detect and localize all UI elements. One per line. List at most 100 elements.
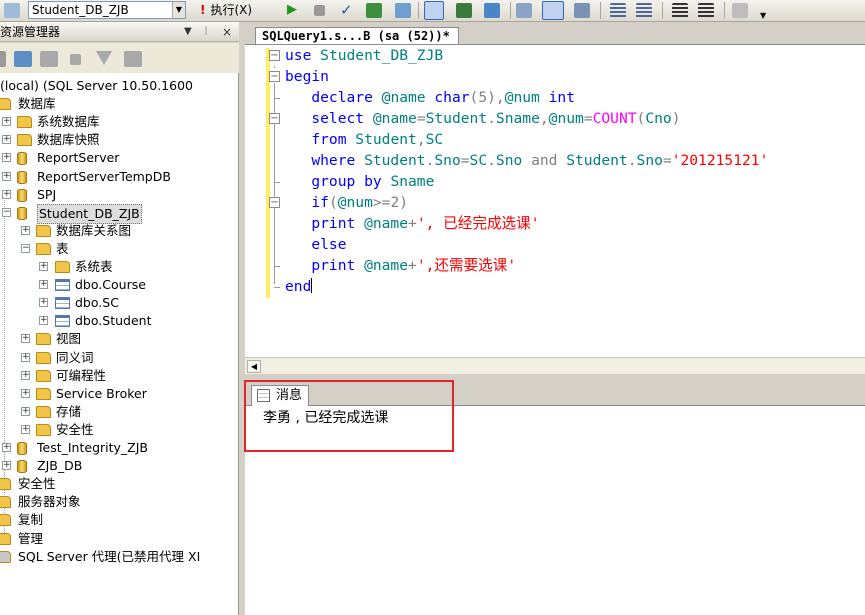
collapse-region-icon[interactable]: − xyxy=(269,50,280,61)
expand-icon[interactable]: + xyxy=(21,370,30,380)
tree-node[interactable]: + 安全性 xyxy=(0,421,238,439)
results-splitter[interactable] xyxy=(245,374,865,384)
expand-icon[interactable]: + xyxy=(39,280,48,290)
expand-icon[interactable]: + xyxy=(21,388,30,398)
tree-node[interactable]: 数据库 xyxy=(0,95,238,113)
expand-icon[interactable]: + xyxy=(21,406,30,416)
increase-indent-icon[interactable] xyxy=(698,3,714,18)
scroll-left-icon[interactable]: ◀ xyxy=(247,360,261,373)
collapse-region-icon[interactable]: − xyxy=(269,113,280,124)
tree-node[interactable]: + dbo.Course xyxy=(0,276,238,294)
results-to-text-icon[interactable] xyxy=(516,3,532,18)
tree-node[interactable]: + 数据库快照 xyxy=(0,131,238,149)
editor-horizontal-scrollbar[interactable]: ◀ xyxy=(245,357,865,374)
tree-node[interactable]: + 视图 xyxy=(0,330,238,348)
tree-node[interactable]: + dbo.Student xyxy=(0,312,238,330)
result-message: 李勇 , 已经完成选课 xyxy=(263,410,389,426)
expand-icon[interactable]: + xyxy=(39,298,48,308)
tree-node-label: 系统表 xyxy=(75,259,113,274)
disconnect-icon[interactable] xyxy=(40,51,58,67)
specify-template-values-icon[interactable] xyxy=(732,3,748,18)
expand-icon[interactable]: + xyxy=(2,117,11,127)
tab-messages[interactable]: 消息 xyxy=(251,385,310,406)
code-token: ) xyxy=(671,110,681,127)
tree-node[interactable]: + Service Broker xyxy=(0,385,238,403)
tree-node[interactable]: + ZJB_DB xyxy=(0,457,238,475)
code-token: COUNT xyxy=(592,110,637,127)
query-options-icon[interactable] xyxy=(395,3,411,18)
collapse-icon[interactable]: − xyxy=(2,207,11,217)
filter-icon[interactable] xyxy=(96,51,112,65)
stop-icon[interactable] xyxy=(70,54,81,65)
expand-icon[interactable]: + xyxy=(2,135,11,145)
tree-node-label: 安全性 xyxy=(18,476,56,492)
expand-icon[interactable]: + xyxy=(2,443,11,452)
database-select[interactable]: Student_DB_ZJB ▼ xyxy=(28,1,186,19)
code-token: Student xyxy=(364,152,426,169)
folder-icon xyxy=(55,261,70,273)
tree-node[interactable]: + ReportServerTempDB xyxy=(0,168,238,186)
expand-icon[interactable]: + xyxy=(39,316,48,326)
tree-node[interactable]: + ReportServer xyxy=(0,149,238,167)
tree-node[interactable]: 复制 xyxy=(0,511,238,529)
connect-icon[interactable] xyxy=(0,51,6,67)
refresh-icon[interactable] xyxy=(124,51,142,67)
client-statistics-icon[interactable] xyxy=(484,3,500,18)
collapse-region-icon[interactable]: − xyxy=(269,71,280,82)
tree-node[interactable]: 安全性 xyxy=(0,475,238,493)
tree-node[interactable]: SQL Server 代理(已禁用代理 XI xyxy=(0,548,238,566)
close-icon[interactable]: × xyxy=(222,25,232,39)
chevron-down-icon[interactable]: ▼ xyxy=(172,2,185,18)
tree-node[interactable]: + 系统数据库 xyxy=(0,113,238,131)
available-databases-icon[interactable] xyxy=(4,3,20,18)
window-position-icon[interactable]: ▼ xyxy=(184,25,192,39)
comment-lines-icon[interactable] xyxy=(610,3,626,18)
expand-icon[interactable]: + xyxy=(2,461,11,471)
tree-node[interactable]: + 数据库关系图 xyxy=(0,222,238,240)
tree-node[interactable]: + Test_Integrity_ZJB xyxy=(0,439,238,457)
estimated-plan-icon[interactable] xyxy=(366,3,382,18)
code-token: declare xyxy=(285,89,382,106)
debug-play-icon[interactable]: ▶ xyxy=(287,3,299,18)
connect-object-explorer-icon[interactable] xyxy=(14,51,32,67)
toolbar-overflow-icon[interactable]: ▼ xyxy=(760,12,770,20)
expand-icon[interactable]: + xyxy=(21,334,30,344)
tree-node[interactable]: + 可编程性 xyxy=(0,367,238,385)
tree-node[interactable]: + 存储 xyxy=(0,403,238,421)
results-grid-toggle-icon[interactable] xyxy=(542,1,564,20)
tab-sql-query[interactable]: SQLQuery1.s...B (sa (52))* xyxy=(255,27,459,45)
tree-node[interactable]: + dbo.SC xyxy=(0,294,238,312)
sql-code-editor[interactable]: use Student_DB_ZJB begin declare @name ch… xyxy=(245,44,865,358)
decrease-indent-icon[interactable] xyxy=(672,3,688,18)
parse-check-icon[interactable]: ✓ xyxy=(340,3,356,18)
results-to-file-icon[interactable] xyxy=(574,3,590,18)
tree-node[interactable]: + 系统表 xyxy=(0,258,238,276)
tree-node[interactable]: + SPJ xyxy=(0,186,238,204)
code-line: use Student_DB_ZJB xyxy=(285,45,443,66)
tree-node[interactable]: 管理 xyxy=(0,530,238,548)
expand-icon[interactable]: + xyxy=(2,153,11,163)
tree-node-label: 视图 xyxy=(56,331,82,347)
execute-button[interactable]: ! 执行(X) xyxy=(200,1,252,19)
stop-icon[interactable] xyxy=(314,5,325,16)
fold-line xyxy=(274,213,275,278)
tree-node[interactable]: 服务器对象 xyxy=(0,493,238,511)
expand-icon[interactable]: + xyxy=(21,424,30,434)
collapse-icon[interactable]: − xyxy=(21,243,30,253)
tree-node[interactable]: − 表 xyxy=(0,240,238,258)
expand-icon[interactable]: + xyxy=(2,171,11,181)
auto-hide-pin-icon[interactable]: ᛁ xyxy=(203,25,209,39)
expand-icon[interactable]: + xyxy=(21,225,30,235)
expand-icon[interactable]: + xyxy=(39,262,48,271)
expand-icon[interactable]: + xyxy=(21,352,30,362)
tree-node[interactable]: + 同义词 xyxy=(0,349,238,367)
tree-node[interactable]: − Student_DB_ZJB xyxy=(0,203,238,224)
folder-icon xyxy=(36,224,51,237)
object-explorer-title: 资源管理器 xyxy=(0,25,61,39)
results-to-grid-icon[interactable] xyxy=(424,1,444,20)
tree-node[interactable]: (local) (SQL Server 10.50.1600 xyxy=(0,77,238,95)
expand-icon[interactable]: + xyxy=(2,189,11,199)
collapse-region-icon[interactable]: − xyxy=(269,197,280,208)
include-plan-icon[interactable] xyxy=(456,3,472,18)
uncomment-lines-icon[interactable] xyxy=(636,3,652,18)
